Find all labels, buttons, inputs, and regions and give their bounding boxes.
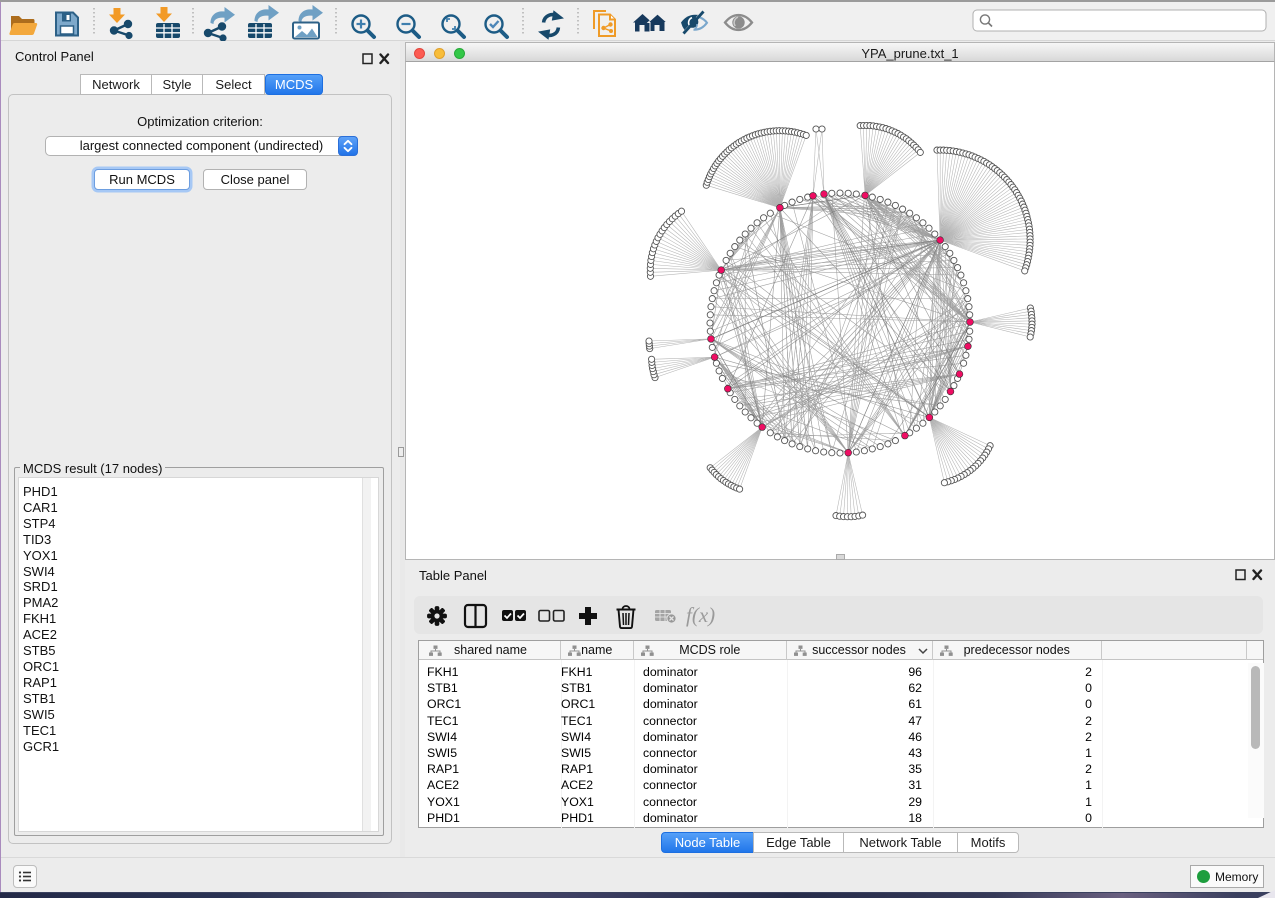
svg-text:f(x): f(x) bbox=[686, 603, 715, 627]
